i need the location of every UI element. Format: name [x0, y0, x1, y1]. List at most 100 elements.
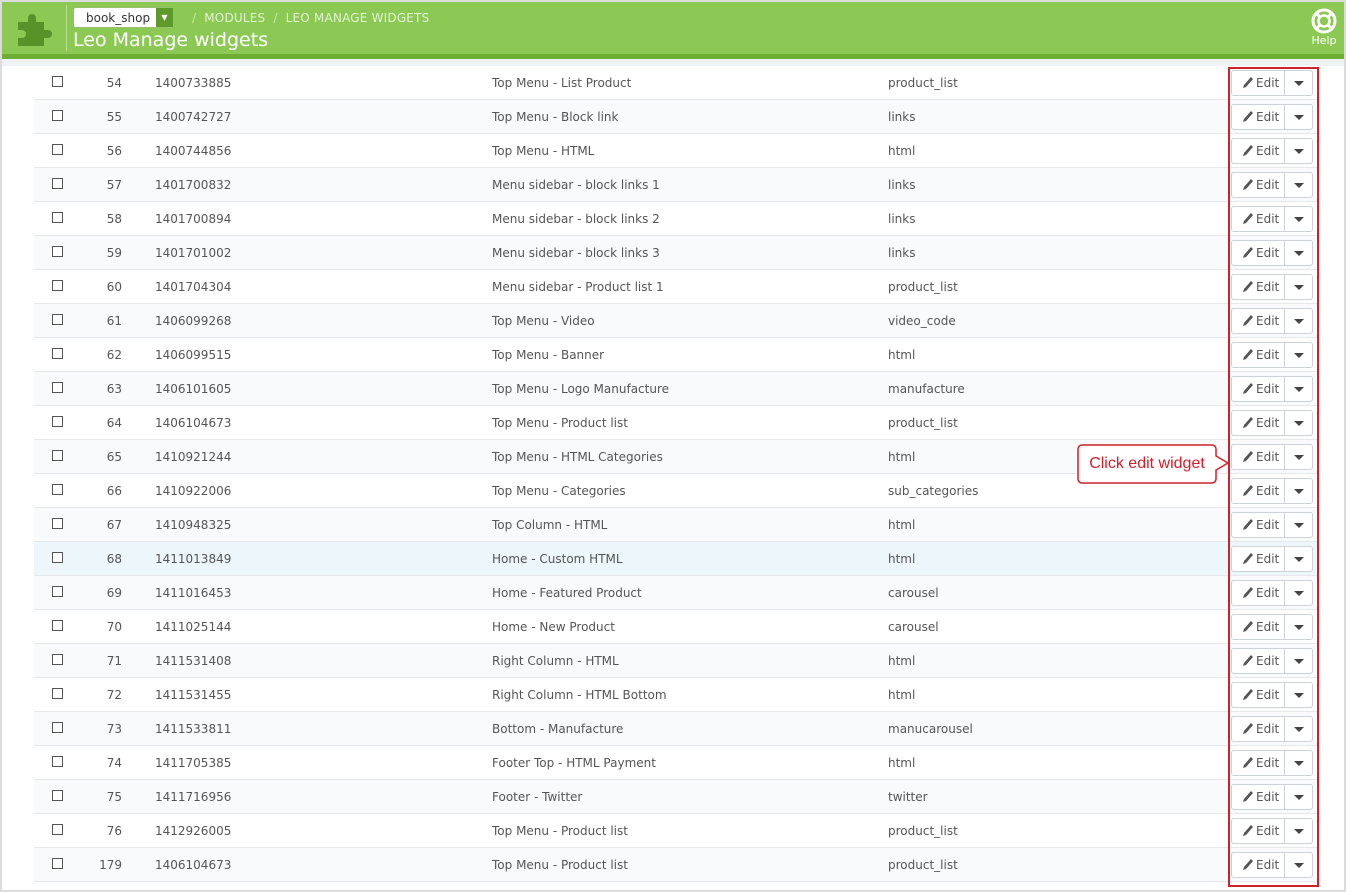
cell-key: 1411533811 — [155, 722, 232, 736]
edit-button[interactable]: Edit — [1231, 682, 1285, 708]
edit-button[interactable]: Edit — [1231, 648, 1285, 674]
breadcrumb-modules[interactable]: MODULES — [204, 11, 265, 25]
row-actions-dropdown-button[interactable] — [1284, 682, 1313, 708]
edit-button[interactable]: Edit — [1231, 274, 1285, 300]
row-actions-dropdown-button[interactable] — [1284, 580, 1313, 606]
row-checkbox[interactable] — [52, 756, 63, 767]
row-checkbox[interactable] — [52, 348, 63, 359]
row-actions-dropdown-button[interactable] — [1284, 784, 1313, 810]
pencil-icon — [1243, 383, 1253, 394]
row-actions-dropdown-button[interactable] — [1284, 614, 1313, 640]
row-actions-dropdown-button[interactable] — [1284, 172, 1313, 198]
cell-key: 1406104673 — [155, 858, 232, 872]
row-checkbox[interactable] — [52, 314, 63, 325]
row-actions-dropdown-button[interactable] — [1284, 716, 1313, 742]
row-actions-dropdown-button[interactable] — [1284, 342, 1313, 368]
edit-button[interactable]: Edit — [1231, 206, 1285, 232]
row-checkbox[interactable] — [52, 858, 63, 869]
row-actions-dropdown-button[interactable] — [1284, 546, 1313, 572]
row-actions-dropdown-button[interactable] — [1284, 648, 1313, 674]
cell-key: 1406104673 — [155, 416, 232, 430]
row-checkbox[interactable] — [52, 212, 63, 223]
shop-selector[interactable]: book_shop ▼ — [73, 7, 174, 28]
cell-widget-type: sub_categories — [888, 484, 979, 498]
row-checkbox[interactable] — [52, 382, 63, 393]
row-actions-dropdown-button[interactable] — [1284, 138, 1313, 164]
edit-button[interactable]: Edit — [1231, 580, 1285, 606]
row-checkbox[interactable] — [52, 246, 63, 257]
row-actions-dropdown-button[interactable] — [1284, 376, 1313, 402]
row-checkbox[interactable] — [52, 552, 63, 563]
row-checkbox[interactable] — [52, 790, 63, 801]
table-row: 74 1411705385 Footer Top - HTML Payment htm… — [34, 746, 1318, 780]
edit-button[interactable]: Edit — [1231, 240, 1285, 266]
row-checkbox[interactable] — [52, 178, 63, 189]
edit-button[interactable]: Edit — [1231, 852, 1285, 878]
edit-button-label: Edit — [1256, 688, 1280, 702]
row-checkbox[interactable] — [52, 76, 63, 87]
edit-button-label: Edit — [1256, 348, 1280, 362]
cell-widget-type: html — [888, 654, 916, 668]
edit-button[interactable]: Edit — [1231, 376, 1285, 402]
cell-widget-name: Top Menu - Logo Manufacture — [492, 382, 670, 396]
edit-button[interactable]: Edit — [1231, 614, 1285, 640]
pencil-icon — [1243, 723, 1253, 734]
row-actions-dropdown-button[interactable] — [1284, 478, 1313, 504]
edit-button-label: Edit — [1256, 246, 1280, 260]
row-checkbox[interactable] — [52, 586, 63, 597]
table-row: 68 1411013849 Home - Custom HTML html Edit — [34, 542, 1318, 576]
chevron-down-icon[interactable]: ▼ — [156, 8, 173, 27]
row-actions-dropdown-button[interactable] — [1284, 70, 1313, 96]
row-actions-dropdown-button[interactable] — [1284, 512, 1313, 538]
edit-button[interactable]: Edit — [1231, 104, 1285, 130]
edit-button[interactable]: Edit — [1231, 784, 1285, 810]
cell-widget-name: Right Column - HTML Bottom — [492, 688, 667, 702]
edit-button[interactable]: Edit — [1231, 716, 1285, 742]
row-checkbox[interactable] — [52, 280, 63, 291]
row-checkbox[interactable] — [52, 484, 63, 495]
edit-button-label: Edit — [1256, 416, 1280, 430]
row-actions-dropdown-button[interactable] — [1284, 410, 1313, 436]
edit-button[interactable]: Edit — [1231, 172, 1285, 198]
edit-button[interactable]: Edit — [1231, 138, 1285, 164]
row-actions-dropdown-button[interactable] — [1284, 444, 1313, 470]
edit-button[interactable]: Edit — [1231, 342, 1285, 368]
row-checkbox[interactable] — [52, 416, 63, 427]
row-checkbox[interactable] — [52, 110, 63, 121]
edit-button[interactable]: Edit — [1231, 410, 1285, 436]
row-checkbox[interactable] — [52, 654, 63, 665]
row-checkbox[interactable] — [52, 722, 63, 733]
cell-widget-name: Bottom - Manufacture — [492, 722, 624, 736]
edit-button[interactable]: Edit — [1231, 512, 1285, 538]
row-actions-dropdown-button[interactable] — [1284, 818, 1313, 844]
edit-button[interactable]: Edit — [1231, 478, 1285, 504]
cell-widget-name: Top Menu - HTML Categories — [492, 450, 663, 464]
pencil-icon — [1243, 621, 1253, 632]
row-checkbox[interactable] — [52, 688, 63, 699]
row-actions-dropdown-button[interactable] — [1284, 104, 1313, 130]
row-actions-dropdown-button[interactable] — [1284, 240, 1313, 266]
edit-button[interactable]: Edit — [1231, 308, 1285, 334]
caret-down-icon — [1294, 421, 1304, 426]
edit-button[interactable]: Edit — [1231, 444, 1285, 470]
row-checkbox[interactable] — [52, 824, 63, 835]
row-checkbox[interactable] — [52, 620, 63, 631]
row-actions-dropdown-button[interactable] — [1284, 206, 1313, 232]
table-row: 62 1406099515 Top Menu - Banner html Edit — [34, 338, 1318, 372]
row-actions-dropdown-button[interactable] — [1284, 274, 1313, 300]
row-checkbox[interactable] — [52, 450, 63, 461]
row-checkbox[interactable] — [52, 518, 63, 529]
cell-id: 75 — [106, 790, 122, 804]
help-button[interactable]: Help — [1309, 8, 1339, 47]
pencil-icon — [1243, 417, 1253, 428]
row-actions-dropdown-button[interactable] — [1284, 852, 1313, 878]
row-checkbox[interactable] — [52, 144, 63, 155]
row-actions-dropdown-button[interactable] — [1284, 308, 1313, 334]
edit-button[interactable]: Edit — [1231, 750, 1285, 776]
edit-button[interactable]: Edit — [1231, 546, 1285, 572]
cell-id: 64 — [106, 416, 122, 430]
edit-button[interactable]: Edit — [1231, 818, 1285, 844]
row-actions-dropdown-button[interactable] — [1284, 750, 1313, 776]
cell-id: 69 — [106, 586, 122, 600]
edit-button[interactable]: Edit — [1231, 70, 1285, 96]
